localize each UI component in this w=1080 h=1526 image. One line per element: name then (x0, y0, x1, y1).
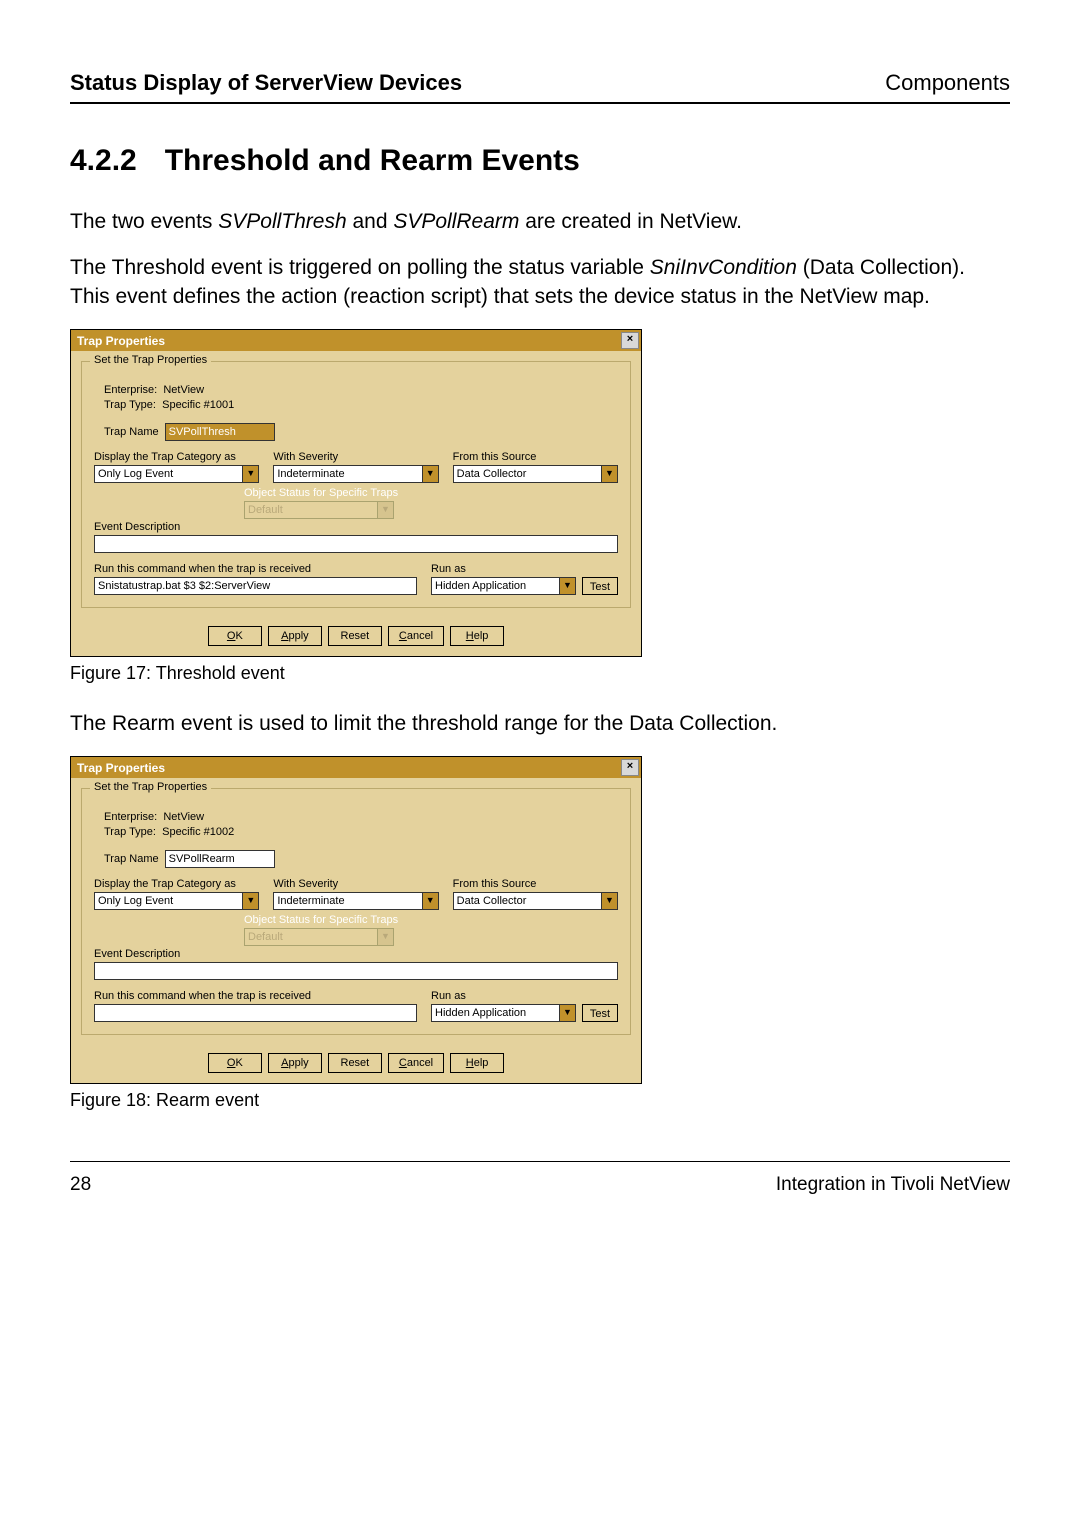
groupbox: Set the Trap Properties Enterprise: NetV… (81, 788, 631, 1035)
object-status-label: Object Status for Specific Traps (244, 914, 618, 926)
chevron-down-icon: ▼ (559, 578, 575, 594)
chevron-down-icon: ▼ (242, 466, 258, 482)
object-status-label: Object Status for Specific Traps (244, 487, 618, 499)
display-category-label: Display the Trap Category as (94, 451, 259, 463)
event-desc-label: Event Description (94, 948, 618, 960)
dialog-title: Trap Properties (77, 334, 165, 348)
chevron-down-icon: ▼ (559, 1005, 575, 1021)
paragraph-1: The two events SVPollThresh and SVPollRe… (70, 208, 1010, 236)
from-source-dropdown[interactable]: Data Collector ▼ (453, 892, 618, 910)
chevron-down-icon: ▼ (422, 893, 438, 909)
run-cmd-label: Run this command when the trap is receiv… (94, 563, 417, 575)
with-severity-label: With Severity (273, 878, 438, 890)
close-icon[interactable]: × (621, 332, 639, 349)
trap-name-input[interactable] (165, 850, 275, 868)
page-header: Status Display of ServerView Devices Com… (70, 70, 1010, 104)
run-as-label: Run as (431, 563, 618, 575)
chevron-down-icon: ▼ (377, 502, 393, 518)
chevron-down-icon: ▼ (422, 466, 438, 482)
dialog-button-row: OK Apply Reset Cancel Help (71, 618, 641, 656)
trap-properties-dialog-threshold: Trap Properties × Set the Trap Propertie… (70, 329, 642, 657)
from-source-dropdown[interactable]: Data Collector ▼ (453, 465, 618, 483)
with-severity-dropdown[interactable]: Indeterminate ▼ (273, 465, 438, 483)
trap-type-row: Trap Type: Specific #1001 (104, 399, 618, 411)
section-title: Threshold and Rearm Events (165, 144, 580, 177)
object-status-dropdown: Default ▼ (244, 928, 394, 946)
enterprise-row: Enterprise: NetView (104, 811, 618, 823)
trap-type-row: Trap Type: Specific #1002 (104, 826, 618, 838)
trap-name-row: Trap Name (104, 850, 618, 868)
chevron-down-icon: ▼ (377, 929, 393, 945)
groupbox-legend: Set the Trap Properties (90, 781, 211, 793)
chevron-down-icon: ▼ (601, 893, 617, 909)
trap-properties-dialog-rearm: Trap Properties × Set the Trap Propertie… (70, 756, 642, 1084)
dialog-button-row: OK Apply Reset Cancel Help (71, 1045, 641, 1083)
page-number: 28 (70, 1174, 91, 1196)
groupbox-legend: Set the Trap Properties (90, 354, 211, 366)
display-category-dropdown[interactable]: Only Log Event ▼ (94, 465, 259, 483)
section-number: 4.2.2 (70, 144, 137, 177)
test-button[interactable]: Test (582, 1004, 618, 1022)
trap-name-input[interactable] (165, 423, 275, 441)
chevron-down-icon: ▼ (242, 893, 258, 909)
cancel-button[interactable]: Cancel (388, 626, 444, 646)
run-as-dropdown[interactable]: Hidden Application ▼ (431, 1004, 576, 1022)
event-desc-input[interactable] (94, 535, 618, 553)
with-severity-dropdown[interactable]: Indeterminate ▼ (273, 892, 438, 910)
cancel-button[interactable]: Cancel (388, 1053, 444, 1073)
run-cmd-label: Run this command when the trap is receiv… (94, 990, 417, 1002)
run-cmd-input[interactable] (94, 577, 417, 595)
paragraph-3: The Rearm event is used to limit the thr… (70, 710, 1010, 738)
figure-17-caption: Figure 17: Threshold event (70, 663, 1010, 684)
run-cmd-input[interactable] (94, 1004, 417, 1022)
run-as-label: Run as (431, 990, 618, 1002)
reset-button[interactable]: Reset (328, 1053, 382, 1073)
event-desc-label: Event Description (94, 521, 618, 533)
apply-button[interactable]: Apply (268, 1053, 322, 1073)
dialog-title: Trap Properties (77, 761, 165, 775)
from-source-label: From this Source (453, 878, 618, 890)
help-button[interactable]: Help (450, 626, 504, 646)
reset-button[interactable]: Reset (328, 626, 382, 646)
apply-button[interactable]: Apply (268, 626, 322, 646)
close-icon[interactable]: × (621, 759, 639, 776)
dialog-titlebar: Trap Properties × (71, 330, 641, 351)
display-category-label: Display the Trap Category as (94, 878, 259, 890)
ok-button[interactable]: OK (208, 626, 262, 646)
header-right: Components (885, 70, 1010, 96)
section-heading: 4.2.2 Threshold and Rearm Events (70, 144, 1010, 178)
paragraph-2: The Threshold event is triggered on poll… (70, 254, 1010, 311)
groupbox: Set the Trap Properties Enterprise: NetV… (81, 361, 631, 608)
display-category-dropdown[interactable]: Only Log Event ▼ (94, 892, 259, 910)
trap-name-row: Trap Name (104, 423, 618, 441)
event-desc-input[interactable] (94, 962, 618, 980)
ok-button[interactable]: OK (208, 1053, 262, 1073)
from-source-label: From this Source (453, 451, 618, 463)
page-footer: 28 Integration in Tivoli NetView (70, 1161, 1010, 1196)
footer-right: Integration in Tivoli NetView (776, 1174, 1010, 1196)
enterprise-row: Enterprise: NetView (104, 384, 618, 396)
object-status-dropdown: Default ▼ (244, 501, 394, 519)
dialog-titlebar: Trap Properties × (71, 757, 641, 778)
figure-18-caption: Figure 18: Rearm event (70, 1090, 1010, 1111)
run-as-dropdown[interactable]: Hidden Application ▼ (431, 577, 576, 595)
header-left: Status Display of ServerView Devices (70, 70, 462, 96)
chevron-down-icon: ▼ (601, 466, 617, 482)
test-button[interactable]: Test (582, 577, 618, 595)
help-button[interactable]: Help (450, 1053, 504, 1073)
with-severity-label: With Severity (273, 451, 438, 463)
